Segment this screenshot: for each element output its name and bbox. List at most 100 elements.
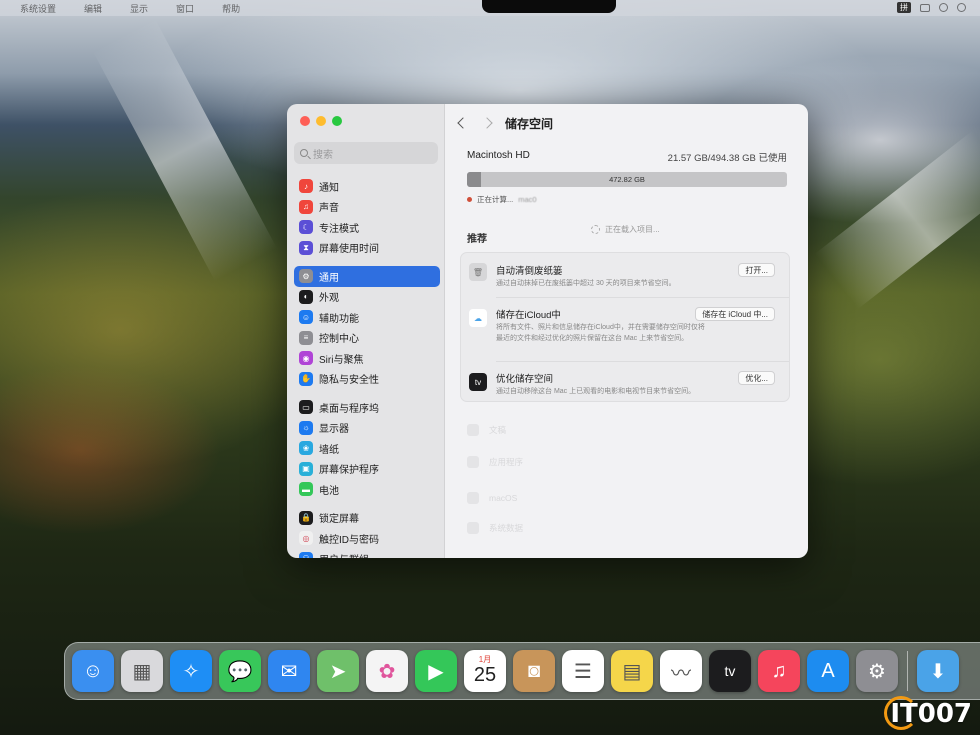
sidebar-item-label: 声音 — [319, 203, 339, 215]
settings-icon[interactable]: ⚙ — [856, 650, 898, 692]
dock-icon: ▭ — [299, 400, 313, 415]
status-area: 拼 — [897, 2, 966, 13]
appletv-icon[interactable]: tv — [709, 650, 751, 692]
menu-item[interactable]: 窗口 — [176, 2, 194, 15]
app-glyph: ◙ — [527, 659, 541, 682]
store-in-icloud-button[interactable]: 储存在 iCloud 中... — [695, 307, 775, 321]
storage-available: 472.82 GB — [609, 175, 645, 184]
freeform-icon[interactable]: 〰 — [660, 650, 702, 692]
divider — [496, 297, 789, 298]
category-row[interactable]: 系统数据 — [467, 522, 797, 534]
sidebar-item[interactable]: ✋ 隐私与安全性 — [294, 369, 440, 390]
hand-icon: ✋ — [299, 371, 313, 386]
launchpad-icon[interactable]: ▦ — [121, 650, 163, 692]
wifi-icon[interactable] — [939, 3, 948, 12]
appstore-icon[interactable]: A — [807, 650, 849, 692]
sidebar-item[interactable]: ♪ 通知 — [294, 176, 440, 197]
category-row[interactable]: macOS — [467, 492, 797, 504]
nav-group-gap — [294, 389, 440, 397]
sidebar-item[interactable]: ⚇ 用户与群组 — [294, 549, 440, 558]
gear-icon: ⚙ — [299, 269, 313, 284]
recommendation-item: ☁ 储存在iCloud中 将所有文件、照片和信息储存在iCloud中，并在需要储… — [461, 307, 789, 355]
sidebar-item[interactable]: ▭ 桌面与程序坞 — [294, 397, 440, 418]
app-glyph: A — [821, 659, 835, 682]
menu-item[interactable]: 编辑 — [84, 2, 102, 15]
app-glyph: ✿ — [378, 660, 396, 683]
sidebar-item[interactable]: ◎ 触控ID与密码 — [294, 528, 440, 549]
app-glyph: ☰ — [574, 660, 592, 683]
sidebar-item[interactable]: ◐ 外观 — [294, 287, 440, 308]
app-glyph: ⚙ — [868, 660, 886, 683]
menu-item[interactable]: 显示 — [130, 2, 148, 15]
legend-status: 正在计算... — [477, 195, 514, 204]
icloud-icon: ☁ — [469, 309, 487, 327]
documents-icon — [467, 424, 479, 436]
sidebar-item[interactable]: ◉ Siri与聚焦 — [294, 348, 440, 369]
sidebar-item[interactable]: 🔒 锁定屏幕 — [294, 508, 440, 529]
sidebar-item[interactable]: ☺ 辅助功能 — [294, 307, 440, 328]
music-icon[interactable]: ♫ — [758, 650, 800, 692]
messages-icon[interactable]: 💬 — [219, 650, 261, 692]
sidebar-item[interactable]: ⚙ 通用 — [294, 266, 440, 287]
category-row[interactable]: 应用程序 — [467, 456, 797, 468]
sidebar-item[interactable]: ☾ 专注模式 — [294, 217, 440, 238]
sidebar-item[interactable]: ≡ 控制中心 — [294, 328, 440, 349]
wallpaper-icon: ❀ — [299, 441, 313, 456]
category-label: 系统数据 — [489, 523, 524, 533]
safari-icon[interactable]: ✧ — [170, 650, 212, 692]
sidebar-item[interactable]: ☼ 显示器 — [294, 418, 440, 439]
sidebar-item-label: 锁定屏幕 — [319, 514, 359, 526]
battery-icon[interactable] — [920, 3, 930, 12]
search-input[interactable]: 搜索 — [294, 142, 438, 164]
finder-icon[interactable]: ☺ — [72, 650, 114, 692]
app-glyph: ♫ — [771, 659, 787, 682]
storage-pane: 储存空间 Macintosh HD 21.57 GB/494.38 GB 已使用… — [445, 104, 808, 558]
calendar-icon[interactable]: 1月 25 — [464, 650, 506, 692]
back-icon[interactable] — [457, 117, 469, 129]
screensaver-icon: ▣ — [299, 461, 313, 476]
maps-icon[interactable]: ➤ — [317, 650, 359, 692]
mail-icon[interactable]: ✉ — [268, 650, 310, 692]
menu-item[interactable]: 系统设置 — [20, 2, 56, 15]
empty-trash-button[interactable]: 打开... — [738, 263, 775, 277]
disk-usage: 21.57 GB/494.38 GB 已使用 — [667, 153, 787, 164]
facetime-icon[interactable]: ▶ — [415, 650, 457, 692]
sidebar-item-label: 辅助功能 — [319, 313, 359, 325]
category-row[interactable]: 文稿 — [467, 424, 797, 436]
optimize-button[interactable]: 优化... — [738, 371, 775, 385]
sidebar-item-label: 显示器 — [319, 424, 349, 436]
recommendations-card: 🗑 自动清倒废纸篓 通过自动抹掉已在废纸篓中超过 30 天的项目来节省空间。 打… — [460, 252, 790, 402]
minimize-button[interactable] — [316, 116, 326, 126]
category-label: 文稿 — [489, 425, 507, 435]
sidebar-item-label: 电池 — [319, 485, 339, 497]
sidebar-item[interactable]: ❀ 墙纸 — [294, 438, 440, 459]
rec-title: 优化储存空间 — [496, 374, 554, 385]
sidebar-item[interactable]: ♫ 声音 — [294, 197, 440, 218]
photos-icon[interactable]: ✿ — [366, 650, 408, 692]
rec-desc: 通过自动抹掉已在废纸篓中超过 30 天的项目来节省空间。 — [496, 280, 676, 287]
sidebar-item[interactable]: ▣ 屏幕保护程序 — [294, 459, 440, 480]
downloads-icon[interactable]: ⬇ — [917, 650, 959, 692]
menu-item[interactable]: 帮助 — [222, 2, 240, 15]
close-button[interactable] — [300, 116, 310, 126]
app-glyph: tv — [724, 663, 736, 679]
window-controls — [300, 116, 342, 126]
battery-icon: ▬ — [299, 482, 313, 497]
disk-name: Macintosh HD — [467, 150, 530, 161]
sidebar-item-label: 触控ID与密码 — [319, 534, 379, 546]
zoom-button[interactable] — [332, 116, 342, 126]
control-center-icon[interactable] — [957, 3, 966, 12]
input-method-icon[interactable]: 拼 — [897, 2, 911, 13]
recommend-heading: 推荐 — [467, 234, 487, 245]
forward-icon[interactable] — [481, 117, 493, 129]
sidebar-item[interactable]: ▬ 电池 — [294, 479, 440, 500]
contacts-icon[interactable]: ◙ — [513, 650, 555, 692]
reminders-icon[interactable]: ☰ — [562, 650, 604, 692]
recommendation-item: 🗑 自动清倒废纸篓 通过自动抹掉已在废纸篓中超过 30 天的项目来节省空间。 打… — [461, 263, 789, 295]
notes-icon[interactable]: ▤ — [611, 650, 653, 692]
sidebar-item-label: 桌面与程序坞 — [319, 403, 379, 415]
speaker-icon: ♫ — [299, 199, 313, 214]
sidebar-item[interactable]: ⧗ 屏幕使用时间 — [294, 238, 440, 259]
recommendation-item: tv 优化储存空间 通过自动移除这台 Mac 上已观看的电影和电视节目来节省空间… — [461, 371, 789, 399]
sidebar-item-label: 屏幕使用时间 — [319, 244, 379, 256]
